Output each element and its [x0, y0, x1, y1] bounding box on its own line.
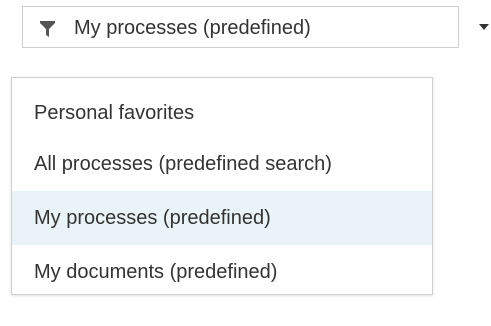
- favorites-dropdown-menu: Personal favorites All processes (predef…: [11, 77, 433, 295]
- filter-icon: [40, 21, 55, 37]
- filter-select[interactable]: My processes (predefined): [22, 6, 459, 48]
- menu-item-my-processes[interactable]: My processes (predefined): [12, 191, 432, 245]
- menu-item-all-processes[interactable]: All processes (predefined search): [12, 137, 432, 191]
- selected-filter-label: My processes (predefined): [74, 17, 311, 39]
- caret-down-icon[interactable]: [479, 24, 489, 30]
- personal-favorites-heading: Personal favorites: [34, 102, 195, 124]
- menu-item-my-documents[interactable]: My documents (predefined): [12, 245, 432, 299]
